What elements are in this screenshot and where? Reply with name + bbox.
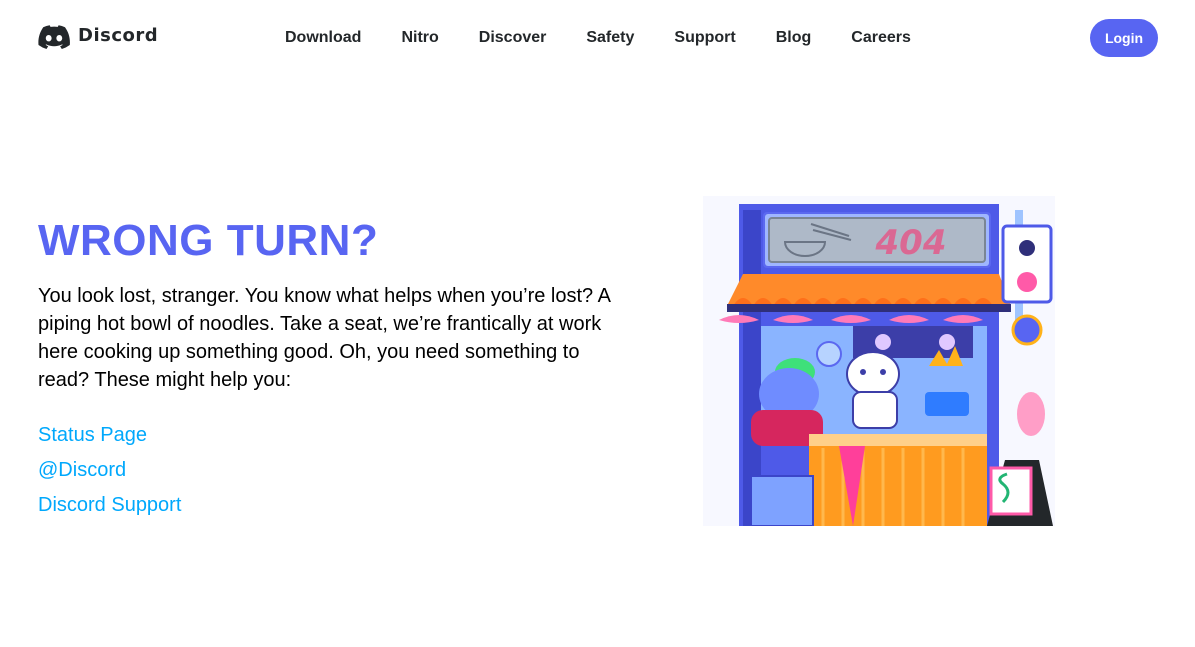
nav-support[interactable]: Support: [674, 29, 735, 47]
site-header: Discord Download Nitro Discover Safety S…: [0, 0, 1195, 76]
login-button[interactable]: Login: [1090, 19, 1158, 57]
status-page-link[interactable]: Status Page: [38, 418, 181, 453]
help-links: Status Page @Discord Discord Support: [38, 418, 181, 523]
discord-logo-icon: [38, 25, 70, 49]
nav-nitro[interactable]: Nitro: [401, 29, 438, 47]
nav-discover[interactable]: Discover: [479, 29, 547, 47]
nav-safety[interactable]: Safety: [586, 29, 634, 47]
nav-download[interactable]: Download: [285, 29, 361, 47]
discord-support-link[interactable]: Discord Support: [38, 488, 181, 523]
noodle-shop-illustration: 404: [703, 196, 1055, 526]
sign-404-text: 404: [875, 223, 947, 263]
discord-twitter-link[interactable]: @Discord: [38, 453, 181, 488]
brand-name: Discord: [78, 25, 159, 46]
nav-careers[interactable]: Careers: [851, 29, 911, 47]
page-title: WRONG TURN?: [38, 216, 379, 265]
nav-blog[interactable]: Blog: [776, 29, 812, 47]
body-text: You look lost, stranger. You know what h…: [38, 285, 610, 391]
discord-logo[interactable]: Discord: [38, 25, 158, 49]
main-nav: Download Nitro Discover Safety Support B…: [285, 29, 911, 47]
